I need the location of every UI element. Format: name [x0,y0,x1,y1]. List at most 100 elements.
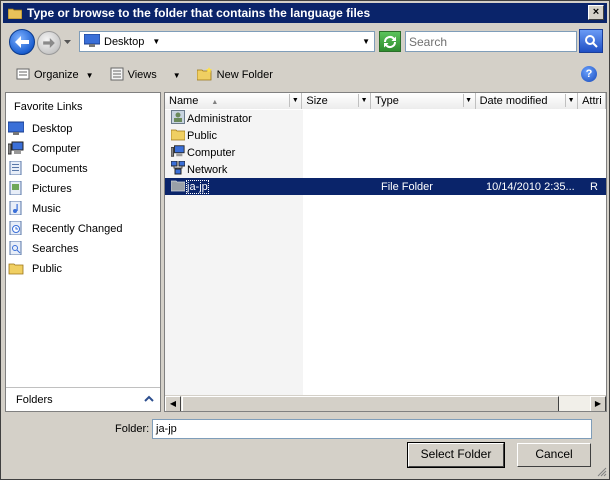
favorite-item-label: Computer [32,143,81,155]
search-input[interactable]: Search [405,31,577,52]
column-header-label: Size [306,95,328,107]
scroll-right-icon[interactable]: ▶ [590,396,606,411]
favorite-item-label: Desktop [32,123,73,135]
music-icon [8,200,24,218]
desktop-icon [83,33,101,50]
file-attributes: R [590,180,598,193]
search-button[interactable] [579,29,603,53]
favorite-item-label: Pictures [32,183,72,195]
column-filter-dropdown-icon[interactable]: ▼ [289,94,300,107]
address-dropdown-icon[interactable]: ▼ [362,37,370,46]
column-header-attributes[interactable]: Attri [578,93,606,109]
file-row-ja-jp[interactable]: ja-jp File Folder 10/14/2010 2:35... R [165,178,606,195]
organize-button[interactable]: Organize ▼ [13,64,97,86]
file-type: File Folder [381,180,433,193]
column-header-size[interactable]: Size ▼ [302,93,372,109]
file-name-cell: Administrator [171,110,252,127]
favorite-item-pictures[interactable]: Pictures [6,179,160,199]
command-toolbar: Organize ▼ Views ▼ New Folder ? [3,61,607,89]
file-date-modified: 10/14/2010 2:35... [486,180,575,193]
scrollbar-thumb[interactable] [182,396,559,411]
address-text: Desktop [104,35,145,48]
computer-icon [7,141,24,158]
folder-icon [170,127,186,144]
column-filter-dropdown-icon[interactable]: ▼ [565,94,576,107]
chevron-up-icon [144,393,154,405]
column-filter-dropdown-icon[interactable]: ▼ [358,94,369,107]
favorite-item-music[interactable]: Music [6,199,160,219]
refresh-button[interactable] [379,31,401,52]
favorite-item-recently-changed[interactable]: Recently Changed [6,219,160,239]
help-icon[interactable]: ? [581,66,597,82]
file-row-network[interactable]: Network [165,160,606,178]
file-list-pane: Name ▲ ▼ Size ▼ Type ▼ Date modified ▼ A… [164,92,607,412]
navigation-pane: Favorite Links Desktop Computer Document… [5,92,161,412]
cancel-button[interactable]: Cancel [517,443,591,467]
folders-label: Folders [16,393,53,406]
new-folder-label: New Folder [216,69,273,81]
computer-icon [170,144,185,161]
column-header-label: Attri [582,95,602,107]
favorite-item-desktop[interactable]: Desktop [6,119,160,139]
file-name: Public [187,129,217,142]
file-row-public[interactable]: Public [165,127,606,144]
forward-button[interactable] [37,31,61,55]
file-row-computer[interactable]: Computer [165,144,606,161]
back-arrow-icon [15,36,29,48]
scroll-left-icon[interactable]: ◀ [165,396,181,411]
file-name: Administrator [187,112,252,125]
network-icon [170,160,186,178]
horizontal-scrollbar[interactable]: ◀ ▶ [165,395,606,411]
organize-icon [16,67,30,84]
pictures-icon [8,180,24,198]
folders-toggle[interactable]: Folders [6,387,160,411]
column-header-name[interactable]: Name ▲ ▼ [165,93,303,109]
views-label: Views [127,69,157,81]
breadcrumb-arrow-icon[interactable]: ▼ [152,37,160,46]
favorite-item-documents[interactable]: Documents [6,159,160,179]
favorite-item-computer[interactable]: Computer [6,139,160,159]
dialog-title: Type or browse to the folder that contai… [27,6,371,20]
recent-icon [8,220,24,238]
column-header-date-modified[interactable]: Date modified ▼ [475,93,579,109]
searches-icon [8,240,24,258]
favorite-item-public[interactable]: Public [6,259,160,279]
file-name-cell: ja-jp [170,178,209,195]
file-row-administrator[interactable]: Administrator [165,110,606,127]
new-folder-button[interactable]: New Folder [194,64,276,86]
address-row: Desktop ▼ ▼ Search [3,25,607,59]
folder-icon [8,261,24,278]
file-name: ja-jp [186,179,209,194]
organize-label: Organize [34,69,79,81]
file-list: Administrator Public Computer Network ja… [165,110,606,195]
folder-icon [7,6,23,20]
resize-grip-icon[interactable] [595,465,607,477]
folder-field-label: Folder: [115,423,150,435]
chevron-down-icon: ▼ [85,70,94,80]
favorite-links-list: Desktop Computer Documents Pictures Musi… [6,119,160,279]
favorite-item-searches[interactable]: Searches [6,239,160,259]
close-button[interactable]: × [588,5,604,20]
favorite-item-label: Documents [32,163,88,175]
file-name: Computer [187,146,236,159]
user-folder-icon [171,110,185,127]
folder-browser-dialog: Type or browse to the folder that contai… [0,0,610,480]
column-header-label: Date modified [479,95,548,107]
favorite-item-label: Recently Changed [32,223,123,235]
select-folder-button[interactable]: Select Folder [407,442,505,468]
history-dropdown-icon[interactable] [63,38,71,46]
column-header-label: Name [169,95,199,107]
column-filter-dropdown-icon[interactable]: ▼ [462,94,474,107]
title-bar[interactable]: Type or browse to the folder that contai… [3,3,607,23]
views-button[interactable]: Views ▼ [107,64,184,86]
back-button[interactable] [9,29,35,55]
column-header-type[interactable]: Type ▼ [371,93,476,109]
address-bar[interactable]: Desktop ▼ ▼ [79,31,375,52]
documents-icon [8,160,24,178]
search-icon [585,35,598,48]
folder-name-input[interactable]: ja-jp [152,419,592,439]
favorite-item-label: Public [32,263,62,275]
desktop-icon [7,121,25,138]
file-name-cell: Public [170,127,217,144]
file-name-cell: Computer [170,144,236,161]
